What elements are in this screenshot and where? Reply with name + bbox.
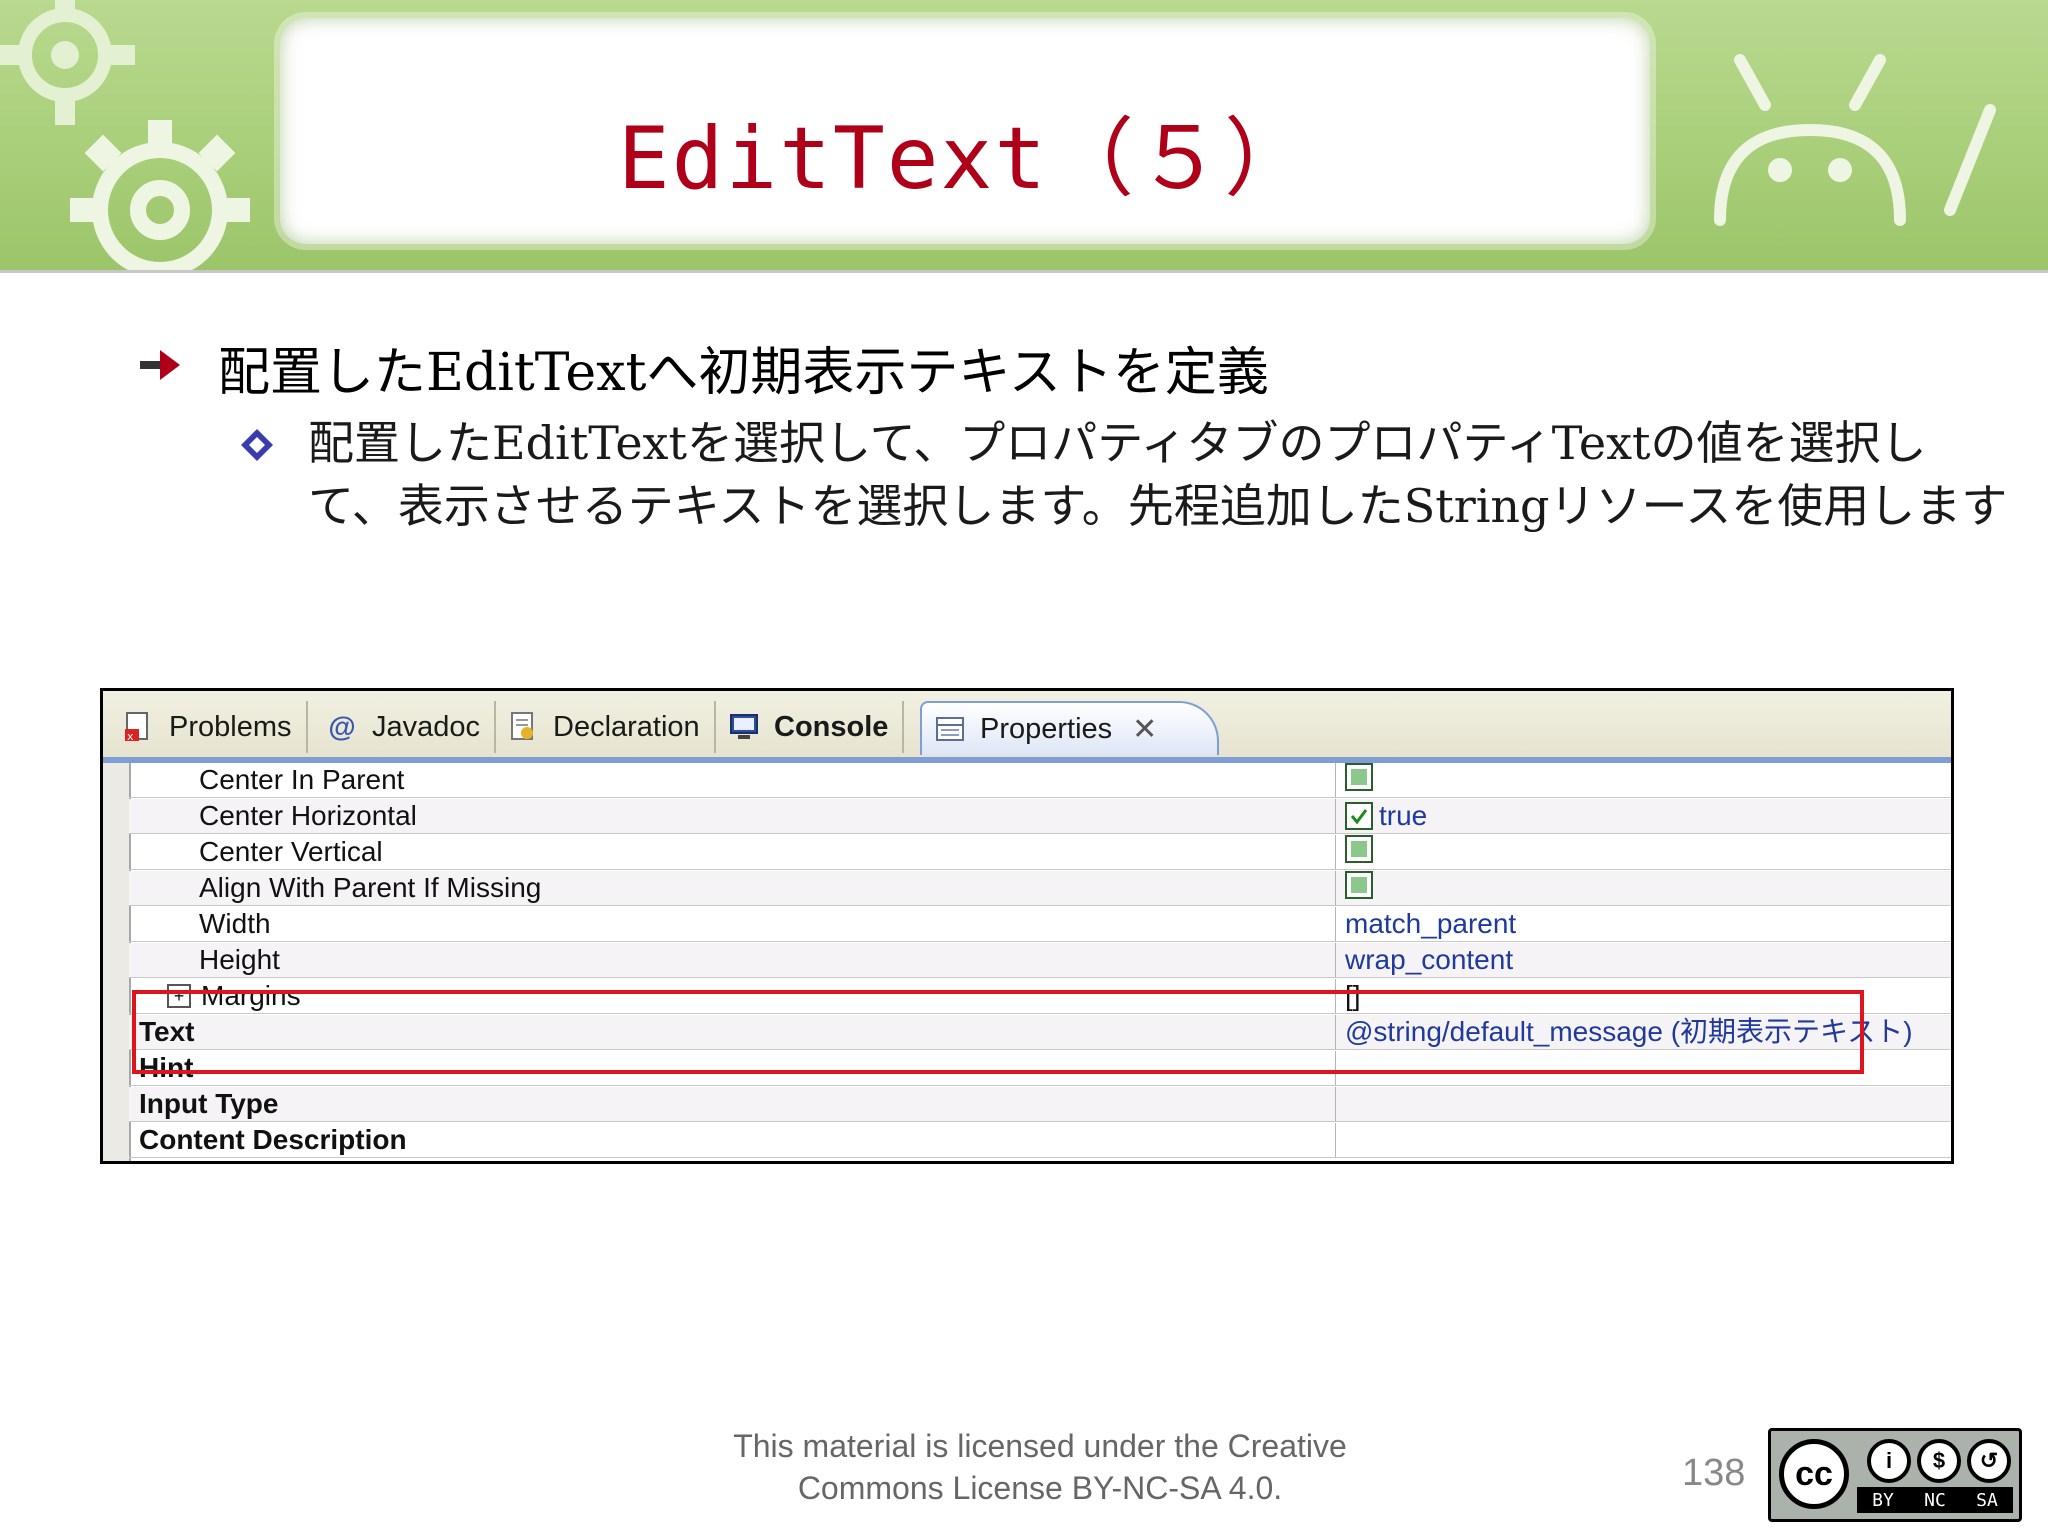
checkbox[interactable] bbox=[1345, 835, 1373, 863]
property-row[interactable]: Content Description bbox=[129, 1123, 1951, 1158]
declaration-icon bbox=[507, 711, 539, 743]
gear-icon bbox=[70, 120, 250, 270]
property-row[interactable]: Center Horizontal true bbox=[129, 799, 1951, 834]
header-banner: EditText（５） bbox=[0, 0, 2048, 273]
at-icon: @ bbox=[328, 711, 356, 742]
nc-icon: $ bbox=[1917, 1439, 1961, 1483]
property-row[interactable]: Width match_parent bbox=[129, 907, 1951, 942]
cc-icon: cc bbox=[1779, 1439, 1849, 1509]
checkbox-checked[interactable] bbox=[1345, 802, 1373, 830]
view-tab-bar: x Problems @ Javadoc Declaration Console… bbox=[103, 691, 1951, 763]
property-grid: Center In Parent Center Horizontal true … bbox=[103, 763, 1951, 1161]
page-number: 138 bbox=[1682, 1452, 1746, 1494]
license-strip: BY NC SA bbox=[1857, 1487, 2013, 1513]
property-row[interactable]: Center In Parent bbox=[129, 763, 1951, 798]
checkbox[interactable] bbox=[1345, 871, 1373, 899]
properties-icon bbox=[934, 713, 966, 745]
property-row[interactable]: Input Type bbox=[129, 1087, 1951, 1122]
property-row[interactable]: Center Vertical bbox=[129, 835, 1951, 870]
bullet-main-text: 配置したEditTextへ初期表示テキストを定義 bbox=[218, 343, 1269, 403]
diamond-bullet-icon bbox=[241, 429, 273, 461]
properties-panel-screenshot: x Problems @ Javadoc Declaration Console… bbox=[100, 688, 1954, 1164]
tab-problems[interactable]: x Problems bbox=[123, 701, 308, 753]
slide-title: EditText（５） bbox=[617, 109, 1313, 209]
property-row-text[interactable]: Text @string/default_message (初期表示テキスト) bbox=[129, 1015, 1951, 1050]
license-footer: This material is licensed under the Crea… bbox=[733, 1428, 1347, 1506]
close-icon[interactable]: ✕ bbox=[1132, 712, 1157, 747]
property-row[interactable]: Hint bbox=[129, 1051, 1951, 1086]
cc-license-badge: cc i $ ↺ BY NC SA bbox=[1768, 1428, 2022, 1522]
tab-javadoc[interactable]: @ Javadoc bbox=[316, 701, 497, 753]
arrow-bullet-icon bbox=[140, 350, 180, 380]
svg-text:x: x bbox=[127, 730, 134, 743]
expand-icon[interactable]: + bbox=[167, 984, 191, 1008]
console-icon bbox=[728, 711, 760, 743]
title-box: EditText（５） bbox=[280, 18, 1650, 244]
tab-console[interactable]: Console bbox=[718, 701, 905, 753]
tab-declaration[interactable]: Declaration bbox=[497, 701, 716, 753]
property-row[interactable]: Align With Parent If Missing bbox=[129, 871, 1951, 906]
property-row[interactable]: Height wrap_content bbox=[129, 943, 1951, 978]
by-icon: i bbox=[1867, 1439, 1911, 1483]
grid-gutter bbox=[103, 763, 131, 1161]
problems-icon: x bbox=[123, 711, 155, 743]
checkbox[interactable] bbox=[1345, 763, 1373, 791]
property-row[interactable]: + Margins [] bbox=[129, 979, 1951, 1014]
tab-properties[interactable]: Properties ✕ bbox=[920, 701, 1220, 755]
bullet-sub-text: 配置したEditTextを選択して、プロパティタブのプロパティTextの値を選択… bbox=[308, 416, 2008, 533]
sa-icon: ↺ bbox=[1967, 1439, 2011, 1483]
android-icon bbox=[1714, 54, 1996, 226]
